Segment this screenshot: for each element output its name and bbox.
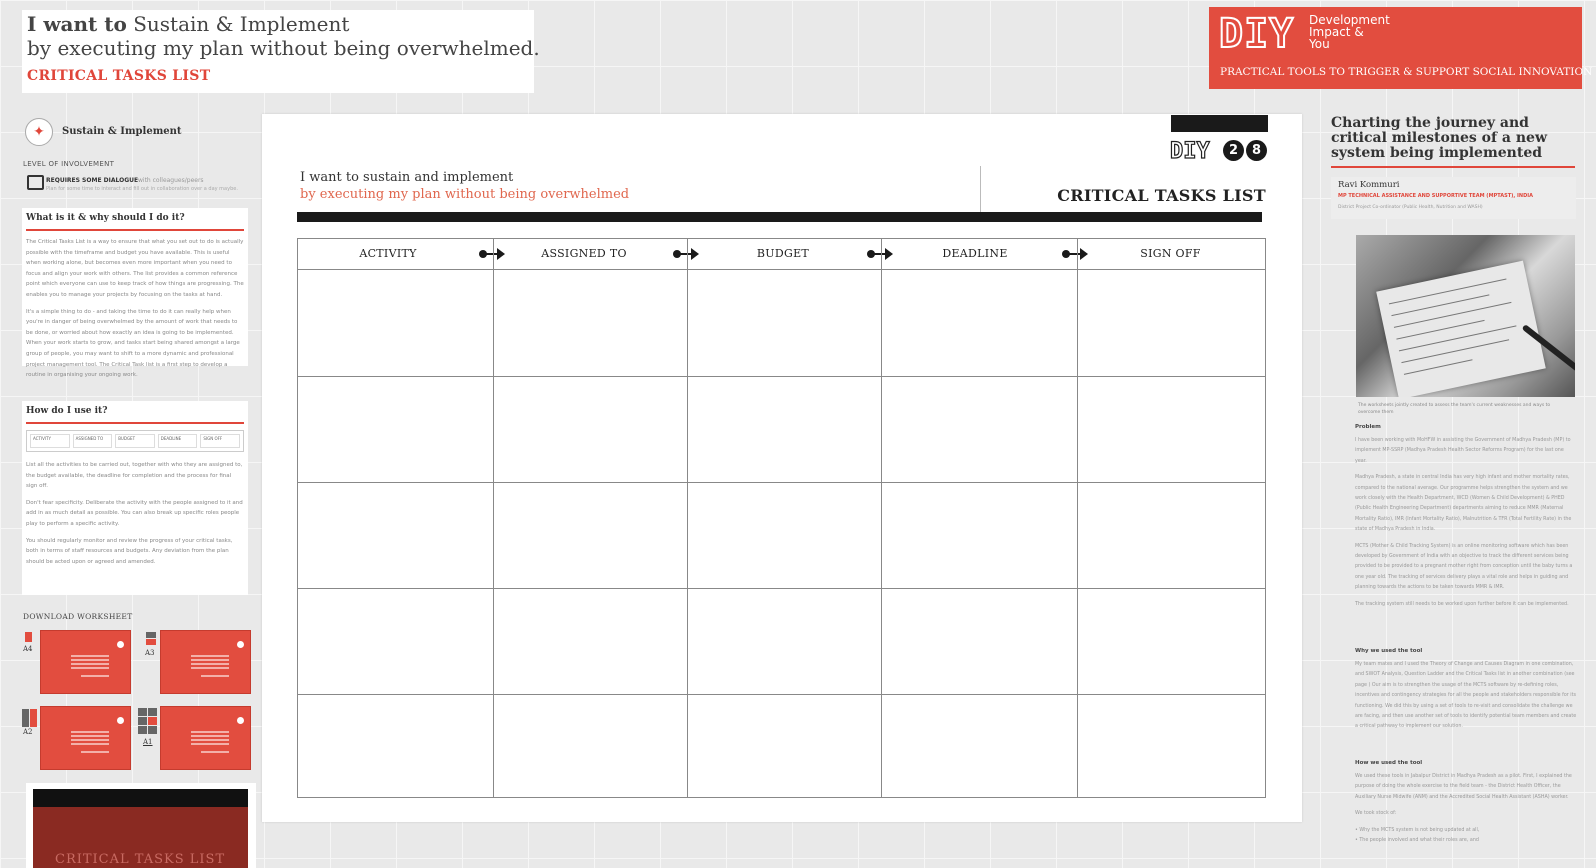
- diy-logo: DIY: [1218, 10, 1295, 58]
- section-heading: Problem: [1355, 424, 1381, 430]
- download-size-label: A3: [145, 649, 155, 657]
- section-paragraph: I have been working with MoHFW in assist…: [1355, 438, 1571, 464]
- promo-thumbnail[interactable]: CRITICAL TASKS LIST: [26, 783, 256, 868]
- involvement-desc: Plan for some time to interact and fill …: [46, 186, 238, 192]
- how-paragraph: You should regularly monitor and review …: [26, 537, 233, 565]
- worksheet-intro-sub: by executing my plan without being overw…: [300, 187, 630, 202]
- section-paragraph: MCTS (Mother & Child Tracking System) is…: [1355, 543, 1573, 591]
- involvement-label: LEVEL OF INVOLVEMENT: [23, 160, 115, 168]
- arrow-right-icon: [673, 248, 699, 260]
- mini-worksheet-preview: ACTIVITY ASSIGNED TO BUDGET DEADLINE SIG…: [26, 430, 244, 452]
- download-a4-thumbnail[interactable]: [40, 630, 131, 694]
- running-figure-icon: ✦: [25, 118, 53, 146]
- how-paragraph: Don't fear specificity. Deliberate the a…: [26, 499, 243, 527]
- involvement-sub: with colleagues/peers: [138, 177, 204, 184]
- column-divider: [1077, 239, 1078, 797]
- how-paragraph: List all the activities to be carried ou…: [26, 462, 243, 490]
- photo-caption: The worksheets jointly created to assess…: [1358, 403, 1551, 415]
- download-a2-thumbnail[interactable]: [40, 706, 131, 770]
- what-paragraph: It's a simple thing to do - and taking t…: [26, 308, 240, 379]
- what-heading: What is it & why should I do it?: [26, 213, 185, 223]
- promo-text: CRITICAL TASKS LIST: [55, 852, 226, 867]
- section-paragraph: Madhya Pradesh, a state in central India…: [1355, 475, 1572, 533]
- arrow-right-icon: [1062, 248, 1088, 260]
- diy-brand-banner[interactable]: DIY Development Impact & You PRACTICAL T…: [1209, 7, 1592, 89]
- section-paragraph: • The people involved and what their rol…: [1355, 838, 1479, 844]
- a4-size-icon: [25, 632, 32, 642]
- a3-size-icon: [146, 632, 156, 645]
- download-label: DOWNLOAD WORKSHEET: [23, 612, 133, 621]
- case-study-photo: [1356, 235, 1575, 397]
- a1-size-icon: [138, 708, 157, 734]
- how-to-use-card: How do I use it? ACTIVITY ASSIGNED TO BU…: [22, 401, 248, 595]
- download-a1-thumbnail[interactable]: [160, 706, 251, 770]
- row-divider: [298, 588, 1265, 589]
- phase-number-badge: 2: [1223, 140, 1244, 161]
- mini-col: ACTIVITY: [30, 434, 70, 448]
- section-paragraph: We took stock of:: [1355, 811, 1397, 817]
- brand-name: Development Impact & You: [1309, 13, 1390, 51]
- worksheet-intro: I want to sustain and implement: [300, 170, 514, 185]
- download-size-label: A2: [23, 728, 33, 736]
- what-why-card: What is it & why should I do it? The Cri…: [22, 208, 248, 378]
- a2-size-icon: [22, 709, 37, 727]
- section-heading: Why we used the tool: [1355, 648, 1423, 654]
- worksheet-title: CRITICAL TASKS LIST: [1057, 186, 1266, 205]
- download-a3-thumbnail[interactable]: [160, 630, 251, 694]
- brand-tagline: PRACTICAL TOOLS TO TRIGGER & SUPPORT SOC…: [1220, 66, 1593, 78]
- column-divider: [687, 239, 688, 797]
- mini-col: BUDGET: [115, 434, 155, 448]
- worksheet-logo: DIY: [1169, 138, 1210, 164]
- heading-rule: [26, 229, 244, 231]
- how-heading: How do I use it?: [26, 406, 108, 416]
- section-paragraph: • Why the MCTS system is not being updat…: [1355, 827, 1480, 833]
- column-divider: [881, 239, 882, 797]
- case-section-why: Why we used the tool My team mates and I…: [1355, 648, 1577, 739]
- column-header: ACTIVITY: [359, 247, 417, 260]
- header-subtitle: CRITICAL TASKS LIST: [27, 68, 211, 84]
- involvement-title: REQUIRES SOME DIALOGUE: [46, 177, 139, 184]
- phase-label: Sustain & Implement: [62, 126, 182, 137]
- download-size-label[interactable]: A1: [143, 738, 153, 746]
- mini-col: DEADLINE: [157, 434, 198, 448]
- column-header: ASSIGNED TO: [541, 247, 627, 260]
- what-paragraph: The Critical Tasks List is a way to ensu…: [26, 239, 244, 298]
- case-study-title: Charting the journey and critical milest…: [1331, 115, 1547, 161]
- header-divider: [980, 166, 981, 212]
- heading-rule: [1331, 166, 1575, 168]
- header-line-1: I want to Sustain & Implement: [27, 12, 350, 36]
- worksheet-top-bar: [1171, 115, 1268, 132]
- table-header: ACTIVITY ASSIGNED TO BUDGET DEADLINE SIG…: [298, 239, 1265, 270]
- arrow-right-icon: [479, 248, 505, 260]
- arrow-right-icon: [867, 248, 893, 260]
- column-header: BUDGET: [756, 247, 810, 260]
- page-header: I want to Sustain & Implement by executi…: [22, 10, 540, 93]
- speech-bubble-icon: [27, 175, 44, 190]
- case-section-how: How we used the tool We used these tools…: [1355, 760, 1577, 852]
- row-divider: [298, 482, 1265, 483]
- author-team: MP TECHNICAL ASSISTANCE AND SUPPORTIVE T…: [1338, 193, 1533, 199]
- critical-tasks-table[interactable]: ACTIVITY ASSIGNED TO BUDGET DEADLINE SIG…: [297, 238, 1266, 798]
- header-line-2: by executing my plan without being overw…: [27, 36, 540, 60]
- mini-col: SIGN OFF: [200, 434, 240, 448]
- mini-col: ASSIGNED TO: [72, 434, 113, 448]
- column-header: DEADLINE: [942, 247, 1008, 260]
- title-bar: [297, 212, 1262, 222]
- section-heading: How we used the tool: [1355, 760, 1423, 766]
- section-paragraph: My team mates and I used the Theory of C…: [1355, 662, 1577, 730]
- column-header: SIGN OFF: [1140, 247, 1201, 260]
- author-name: Ravi Kommuri: [1338, 180, 1400, 190]
- author-role: District Project Co-ordinator (Public He…: [1338, 205, 1483, 210]
- column-divider: [493, 239, 494, 797]
- worksheet: DIY 2 8 I want to sustain and implement …: [262, 114, 1302, 822]
- tool-number-badge: 8: [1246, 140, 1267, 161]
- row-divider: [298, 376, 1265, 377]
- section-paragraph: We used these tools in Jabalpur District…: [1355, 774, 1572, 800]
- row-divider: [298, 694, 1265, 695]
- case-section-problem: Problem I have been working with MoHFW i…: [1355, 424, 1577, 616]
- heading-rule: [26, 422, 244, 424]
- section-paragraph: The tracking system still needs to be wo…: [1355, 601, 1569, 607]
- download-size-label: A4: [23, 645, 33, 653]
